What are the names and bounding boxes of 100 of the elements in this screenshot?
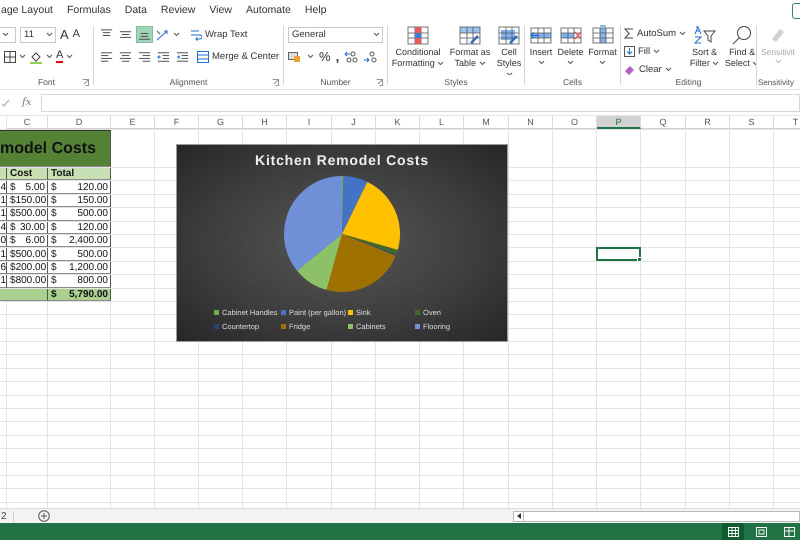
- menu-tab[interactable]: Help: [304, 1, 326, 21]
- column-header[interactable]: S: [730, 116, 774, 129]
- column-header[interactable]: E: [111, 116, 155, 129]
- table-cell: 0: [0, 234, 7, 248]
- group-label: Font: [38, 77, 55, 87]
- find-select-button[interactable]: Find & Select: [723, 25, 756, 69]
- column-header[interactable]: C: [7, 116, 48, 129]
- fill-handle[interactable]: [637, 256, 642, 262]
- format-as-table-icon: [459, 25, 481, 45]
- currency-symbol: $: [10, 182, 16, 193]
- borders-icon[interactable]: [4, 50, 16, 62]
- menu-tab[interactable]: age Layout: [1, 1, 53, 21]
- cell-value: 5.00: [26, 182, 45, 193]
- column-header[interactable]: N: [509, 116, 553, 129]
- font-size-field[interactable]: 11: [20, 26, 56, 42]
- caret-icon: [66, 54, 74, 59]
- cell-value: 2,400.00: [69, 235, 108, 246]
- cell-value: 500.00: [16, 208, 46, 220]
- indent-decrease-icon: [156, 50, 171, 64]
- menu-tab[interactable]: Review: [160, 1, 196, 21]
- percent-style-button[interactable]: %: [319, 50, 331, 63]
- header-cell: Cost: [7, 168, 48, 180]
- font-name-field[interactable]: [0, 26, 16, 42]
- column-header[interactable]: R: [686, 116, 730, 129]
- horizontal-scrollbar[interactable]: [513, 510, 800, 522]
- caret-icon: [373, 32, 380, 37]
- check-icon[interactable]: [2, 98, 10, 106]
- add-sheet-icon[interactable]: [38, 510, 50, 522]
- menu-tab[interactable]: Data: [124, 1, 147, 21]
- cell-value: 6.00: [26, 235, 45, 246]
- cells-button[interactable]: Format: [587, 25, 618, 65]
- conditional-formatting-icon: [407, 25, 429, 45]
- column-header[interactable]: H: [243, 116, 287, 129]
- column-header[interactable]: T: [774, 116, 800, 129]
- currency-symbol: $: [10, 262, 16, 273]
- column-header[interactable]: G: [199, 116, 243, 129]
- sort-filter-button[interactable]: Sort & Filter: [688, 25, 722, 69]
- caret-icon: [307, 54, 314, 59]
- merge-center-button[interactable]: Merge & Center: [197, 48, 283, 65]
- autosum-button[interactable]: AutoSum: [624, 25, 686, 42]
- column-header[interactable]: I: [287, 116, 332, 129]
- column-header[interactable]: K: [376, 116, 420, 129]
- cell-value: 150.00: [16, 194, 46, 206]
- accounting-format-icon[interactable]: [288, 50, 302, 62]
- style-button[interactable]: Conditional Formatting: [390, 25, 446, 69]
- header-cell: Total: [48, 168, 111, 180]
- dialog-launcher-icon[interactable]: [82, 79, 89, 86]
- cell-value: 200.00: [16, 262, 46, 273]
- comma-style-button[interactable]: ,: [336, 50, 340, 63]
- currency-symbol: $: [51, 248, 57, 260]
- alignment-button[interactable]: [136, 26, 153, 43]
- column-header[interactable]: P: [597, 116, 641, 129]
- column-header[interactable]: O: [553, 116, 597, 129]
- cell-value: 500.00: [77, 208, 108, 220]
- column-header[interactable]: M: [464, 116, 509, 129]
- clear-button[interactable]: Clear: [624, 61, 686, 75]
- dialog-launcher-icon[interactable]: [272, 79, 279, 86]
- sheet-tab[interactable]: 2: [0, 510, 14, 522]
- cells-button[interactable]: Delete: [556, 25, 585, 65]
- cell-value: 120.00: [77, 222, 108, 233]
- column-header[interactable]: J: [332, 116, 376, 129]
- cell-value: 800.00: [16, 275, 46, 286]
- grow-font-button[interactable]: A: [60, 28, 69, 41]
- page-break-icon: [784, 526, 794, 536]
- caret-icon: [653, 49, 660, 54]
- merge-icon: [197, 50, 209, 62]
- caret-icon: [774, 59, 782, 64]
- selected-cell[interactable]: [596, 247, 641, 261]
- fill-color-icon[interactable]: [29, 50, 43, 64]
- column-header[interactable]: Q: [641, 116, 686, 129]
- number-format-field[interactable]: General: [288, 26, 383, 42]
- dialog-launcher-icon[interactable]: [376, 79, 383, 86]
- fill-button[interactable]: Fill: [624, 43, 686, 60]
- table-cell: 1: [0, 208, 7, 221]
- style-button[interactable]: Format as Table: [448, 25, 492, 69]
- menu-tab[interactable]: Automate: [246, 1, 291, 21]
- cell-value: 120.00: [77, 182, 108, 193]
- style-button[interactable]: Cell Styles: [494, 25, 524, 75]
- cells-button[interactable]: Insert: [528, 25, 554, 65]
- formula-input-field[interactable]: [42, 94, 800, 112]
- column-header[interactable]: L: [420, 116, 464, 129]
- caret-icon: [538, 60, 544, 65]
- table-cell: 1: [0, 194, 7, 208]
- shrink-font-button[interactable]: A: [72, 29, 80, 40]
- search-icon: [731, 25, 754, 45]
- column-header[interactable]: F: [155, 116, 199, 129]
- menu-tab[interactable]: Formulas: [66, 1, 111, 21]
- currency-symbol: $: [51, 182, 57, 193]
- group-label: Cells: [563, 77, 582, 87]
- header-cell: [0, 168, 7, 180]
- insert-function-button[interactable]: fx: [22, 97, 32, 108]
- column-header[interactable]: D: [48, 116, 111, 129]
- wrap-text-button[interactable]: Wrap Text: [190, 26, 248, 43]
- font-color-button[interactable]: A: [56, 50, 64, 63]
- increase-decimal-icon[interactable]: [344, 50, 358, 62]
- menu-tab[interactable]: View: [209, 1, 232, 21]
- group-label: Editing: [676, 77, 702, 87]
- currency-symbol: $: [10, 222, 16, 233]
- decrease-decimal-icon[interactable]: [363, 50, 378, 62]
- view-button[interactable]: [722, 523, 744, 540]
